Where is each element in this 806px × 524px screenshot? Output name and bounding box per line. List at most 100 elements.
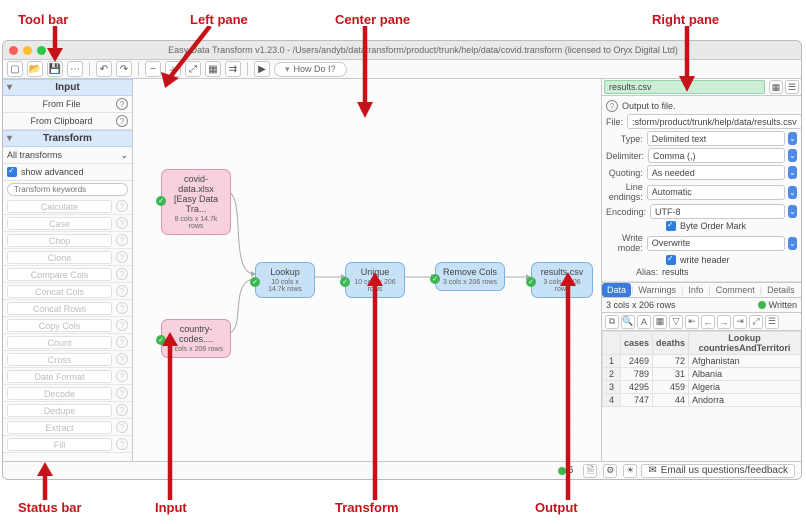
redo-button[interactable]: ↷ bbox=[116, 61, 132, 77]
tab-info[interactable]: Info bbox=[683, 283, 708, 297]
dropdown-icon[interactable]: ⌄ bbox=[788, 237, 797, 250]
grid-button[interactable]: ▦ bbox=[205, 61, 221, 77]
list-view-icon[interactable]: ☰ bbox=[785, 80, 799, 94]
help-icon[interactable]: ? bbox=[116, 234, 128, 246]
transform-search-input[interactable] bbox=[7, 183, 128, 196]
last-page-icon[interactable]: ⇥ bbox=[733, 315, 747, 329]
open-file-button[interactable]: 📂 bbox=[27, 61, 43, 77]
help-icon[interactable]: ? bbox=[116, 387, 128, 399]
help-icon[interactable]: ? bbox=[116, 200, 128, 212]
layout-button[interactable]: ⇉ bbox=[225, 61, 241, 77]
transform-op-decode[interactable]: Decode? bbox=[3, 385, 132, 402]
grid-view-icon[interactable]: ▦ bbox=[769, 80, 783, 94]
delimiter-dropdown[interactable]: Comma (,) bbox=[648, 148, 785, 163]
from-clipboard-button[interactable]: From Clipboard? bbox=[3, 113, 132, 130]
node-input-countries[interactable]: ✓ country-codes....2 cols x 206 rows bbox=[161, 319, 231, 358]
transform-op-extract[interactable]: Extract? bbox=[3, 419, 132, 436]
output-filename[interactable]: results.csv bbox=[604, 80, 765, 94]
help-icon[interactable]: ? bbox=[116, 404, 128, 416]
help-icon[interactable]: ? bbox=[116, 98, 128, 110]
menu-icon[interactable]: ☰ bbox=[765, 315, 779, 329]
transform-filter-dropdown[interactable]: All transforms⌄ bbox=[3, 147, 132, 164]
transform-op-date-format[interactable]: Date Format? bbox=[3, 368, 132, 385]
first-page-icon[interactable]: ⇤ bbox=[685, 315, 699, 329]
dropdown-icon[interactable]: ⌄ bbox=[788, 132, 797, 145]
transform-op-concat-rows[interactable]: Concat Rows? bbox=[3, 300, 132, 317]
help-icon[interactable]: ? bbox=[116, 217, 128, 229]
input-section-header[interactable]: ▾Input bbox=[3, 79, 132, 96]
help-icon[interactable]: ? bbox=[116, 251, 128, 263]
zoom-fit-button[interactable]: ⤢ bbox=[185, 61, 201, 77]
prev-page-icon[interactable]: ← bbox=[701, 315, 715, 329]
tab-warnings[interactable]: Warnings bbox=[633, 283, 681, 297]
help-icon[interactable]: ? bbox=[116, 421, 128, 433]
search-data-button[interactable]: 🔍 bbox=[621, 315, 635, 329]
save-file-button[interactable]: 💾 bbox=[47, 61, 63, 77]
node-output-results[interactable]: ✓ results.csv3 cols x 206 rows bbox=[531, 262, 593, 298]
write-mode-dropdown[interactable]: Overwrite bbox=[647, 236, 785, 251]
minimize-icon[interactable] bbox=[23, 46, 32, 55]
next-page-icon[interactable]: → bbox=[717, 315, 731, 329]
data-preview-table[interactable]: casesdeathsLookup countriesAndTerritori1… bbox=[602, 331, 801, 407]
type-dropdown[interactable]: Delimited text bbox=[647, 131, 785, 146]
transform-op-chop[interactable]: Chop? bbox=[3, 232, 132, 249]
help-icon[interactable]: ? bbox=[116, 336, 128, 348]
from-file-button[interactable]: From File? bbox=[3, 96, 132, 113]
help-icon[interactable]: ? bbox=[116, 319, 128, 331]
bom-checkbox[interactable]: Byte Order Mark bbox=[666, 221, 797, 231]
sun-icon[interactable]: ☀ bbox=[623, 464, 637, 478]
dropdown-icon[interactable]: ⌄ bbox=[788, 205, 797, 218]
transform-op-dedupe[interactable]: Dedupe? bbox=[3, 402, 132, 419]
center-pane[interactable]: ✓ covid-data.xlsx [Easy Data Tra...8 col… bbox=[133, 79, 601, 461]
transform-op-calculate[interactable]: Calculate? bbox=[3, 198, 132, 215]
node-input-covid[interactable]: ✓ covid-data.xlsx [Easy Data Tra...8 col… bbox=[161, 169, 231, 235]
transform-op-compare-cols[interactable]: Compare Cols? bbox=[3, 266, 132, 283]
tab-comment[interactable]: Comment bbox=[711, 283, 760, 297]
node-unique[interactable]: ✓ Unique10 cols x 206 rows bbox=[345, 262, 405, 298]
expand-icon[interactable]: ⤢ bbox=[749, 315, 763, 329]
help-icon[interactable]: ? bbox=[116, 268, 128, 280]
help-icon[interactable]: ? bbox=[116, 353, 128, 365]
feedback-button[interactable]: ✉Email us questions/feedback bbox=[641, 464, 795, 478]
help-icon[interactable]: ? bbox=[116, 302, 128, 314]
settings-icon[interactable]: ⚙ bbox=[603, 464, 617, 478]
help-icon[interactable]: ? bbox=[116, 115, 128, 127]
zoom-icon[interactable] bbox=[37, 46, 46, 55]
help-icon[interactable]: ? bbox=[116, 370, 128, 382]
font-button[interactable]: A bbox=[637, 315, 651, 329]
quoting-dropdown[interactable]: As needed bbox=[647, 165, 785, 180]
log-icon[interactable]: 🗎 bbox=[583, 464, 597, 478]
transform-op-fill[interactable]: Fill? bbox=[3, 436, 132, 453]
help-icon[interactable]: ? bbox=[606, 100, 618, 112]
run-button[interactable]: ▶ bbox=[254, 61, 270, 77]
encoding-dropdown[interactable]: UTF-8 bbox=[650, 204, 785, 219]
zoom-in-button[interactable]: ＋ bbox=[165, 61, 181, 77]
help-icon[interactable]: ? bbox=[116, 285, 128, 297]
dropdown-icon[interactable]: ⌄ bbox=[788, 186, 797, 199]
transform-op-cross[interactable]: Cross? bbox=[3, 351, 132, 368]
node-lookup[interactable]: ✓ Lookup10 cols x 14.7k rows bbox=[255, 262, 315, 298]
grid-icon[interactable]: ▦ bbox=[653, 315, 667, 329]
show-advanced-checkbox[interactable]: show advanced bbox=[3, 164, 132, 181]
new-file-button[interactable]: ▢ bbox=[7, 61, 23, 77]
transform-section-header[interactable]: ▾Transform bbox=[3, 130, 132, 147]
file-path-field[interactable]: :sform/product/trunk/help/data/results.c… bbox=[627, 114, 802, 129]
transform-op-count[interactable]: Count? bbox=[3, 334, 132, 351]
close-icon[interactable] bbox=[9, 46, 18, 55]
tab-data[interactable]: Data bbox=[602, 283, 631, 297]
transform-op-case[interactable]: Case? bbox=[3, 215, 132, 232]
node-remove-cols[interactable]: ✓ Remove Cols3 cols x 206 rows bbox=[435, 262, 505, 291]
help-icon[interactable]: ? bbox=[116, 438, 128, 450]
line-endings-dropdown[interactable]: Automatic bbox=[647, 185, 785, 200]
write-header-checkbox[interactable]: write header bbox=[666, 255, 797, 265]
filter-icon[interactable]: ▽ bbox=[669, 315, 683, 329]
transform-op-concat-cols[interactable]: Concat Cols? bbox=[3, 283, 132, 300]
settings-icon[interactable]: ⋯ bbox=[67, 61, 83, 77]
copy-button[interactable]: ⧉ bbox=[605, 315, 619, 329]
zoom-out-button[interactable]: − bbox=[145, 61, 161, 77]
undo-button[interactable]: ↶ bbox=[96, 61, 112, 77]
transform-op-copy-cols[interactable]: Copy Cols? bbox=[3, 317, 132, 334]
tab-details[interactable]: Details bbox=[762, 283, 800, 297]
dropdown-icon[interactable]: ⌄ bbox=[788, 166, 797, 179]
transform-op-clone[interactable]: Clone? bbox=[3, 249, 132, 266]
